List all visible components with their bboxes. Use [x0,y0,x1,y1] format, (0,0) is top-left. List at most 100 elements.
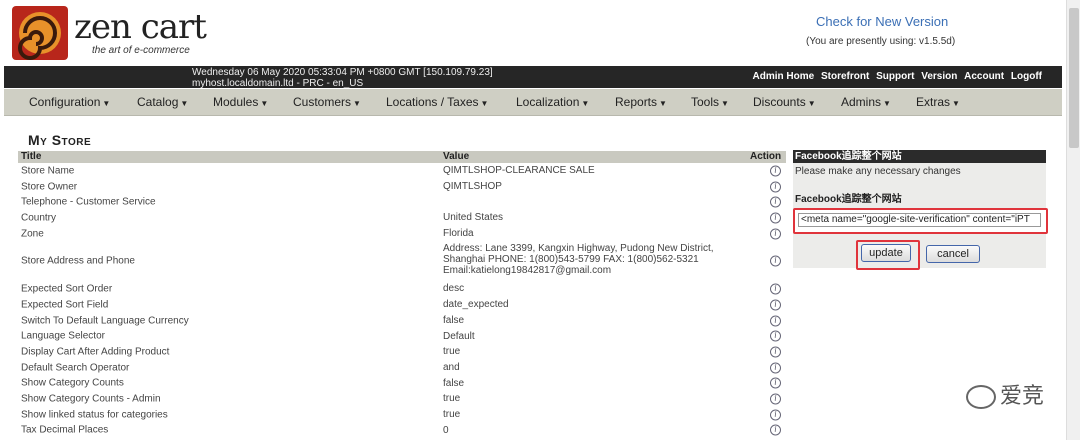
page-title: My Store [28,132,92,148]
row-title: Show Category Counts - Admin [21,393,161,405]
info-icon[interactable]: i [770,165,781,177]
caret-down-icon: ▼ [883,99,891,108]
caret-down-icon: ▼ [807,99,816,108]
caret-down-icon: ▼ [353,99,361,108]
menu-label: Catalog [137,95,179,109]
info-icon[interactable]: i [770,393,781,405]
storefront-link[interactable]: Storefront [821,71,869,82]
server-info: Wednesday 06 May 2020 05:33:04 PM +0800 … [192,67,493,89]
row-title: Expected Sort Field [21,299,109,311]
row-value: true [443,408,461,420]
table-row[interactable]: Show linked status for categories true i [18,407,786,423]
menu-tools[interactable]: Tools ▼ [691,95,729,109]
caret-down-icon: ▼ [102,99,111,108]
row-title: Tax Decimal Places [21,424,109,436]
row-value: true [443,393,461,405]
menu-label: Modules [213,95,259,109]
watermark: 爱竞 [965,378,1044,410]
menu-extras[interactable]: Extras ▼ [916,95,960,109]
table-row[interactable]: Store Address and Phone Address: Lane 339… [18,241,786,281]
admin-links: Admin Home Storefront Support Version Ac… [749,71,1042,82]
table-row[interactable]: Store Name QIMTLSHOP-CLEARANCE SALE i [18,163,786,179]
info-icon[interactable]: i [770,228,781,240]
logo[interactable]: zen cart the art of e-commerce [12,6,212,62]
admin-home-link[interactable]: Admin Home [753,71,815,82]
menu-localization[interactable]: Localization ▼ [516,95,589,109]
wechat-icon [965,385,996,410]
menu-label: Admins [841,95,882,109]
account-link[interactable]: Account [964,71,1004,82]
table-row[interactable]: Show Category Counts false i [18,376,786,392]
row-value: 0 [443,424,449,436]
row-value: false [443,314,465,326]
table-row[interactable]: Country United States i [18,210,786,226]
logoff-link[interactable]: Logoff [1011,71,1042,82]
table-row[interactable]: Show Category Counts - Admin true i [18,391,786,407]
menu-label: Locations / Taxes [386,95,479,109]
menu-discounts[interactable]: Discounts ▼ [753,95,816,109]
table-header: Title Value Action [18,151,786,163]
caret-down-icon: ▼ [180,99,189,108]
menu-label: Reports [615,95,658,109]
scrollbar[interactable] [1066,0,1080,440]
scrollbar-thumb[interactable] [1069,8,1079,148]
info-icon[interactable]: i [770,424,781,436]
menu-modules[interactable]: Modules ▼ [213,95,268,109]
row-value: United States [443,212,504,224]
check-version-link[interactable]: Check for New Version [816,14,948,29]
info-icon[interactable]: i [770,181,781,193]
menu-locations-taxes[interactable]: Locations / Taxes ▼ [386,95,488,109]
cancel-button[interactable]: cancel [926,245,980,263]
menu-configuration[interactable]: Configuration ▼ [29,95,110,109]
caret-down-icon: ▼ [721,99,729,108]
table-row[interactable]: Store Owner QIMTLSHOP i [18,179,786,195]
info-icon[interactable]: i [770,255,781,267]
caret-down-icon: ▼ [260,99,269,108]
row-title: Store Owner [21,181,78,193]
table-row[interactable]: Default Search Operator and i [18,360,786,376]
info-icon[interactable]: i [770,377,781,389]
info-icon[interactable]: i [770,212,781,224]
info-icon[interactable]: i [770,330,781,342]
menu-catalog[interactable]: Catalog ▼ [137,95,188,109]
info-icon[interactable]: i [770,315,781,327]
info-icon[interactable]: i [770,362,781,374]
row-title: Switch To Default Language Currency [21,315,189,327]
menu-customers[interactable]: Customers ▼ [293,95,361,109]
server-host: myhost.localdomain.ltd - PRC - en_US [192,78,364,89]
table-row[interactable]: Tax Decimal Places 0 i [18,423,786,439]
support-link[interactable]: Support [876,71,914,82]
column-title: Title [21,151,42,162]
menu-admins[interactable]: Admins ▼ [841,95,891,109]
row-title: Zone [21,228,44,240]
panel-header: Facebook追踪整个网站 [793,150,1046,163]
info-icon[interactable]: i [770,346,781,358]
config-table: Title Value Action Store Name QIMTLSHOP-C… [18,151,786,438]
table-row[interactable]: Display Cart After Adding Product true i [18,344,786,360]
row-value: and [443,361,460,373]
version-link[interactable]: Version [921,71,957,82]
field-label: Facebook追踪整个网站 [795,194,902,205]
table-row[interactable]: Expected Sort Field date_expected i [18,297,786,313]
info-icon[interactable]: i [770,409,781,421]
row-value: Florida [443,227,474,239]
row-value: Default [443,330,475,342]
table-row[interactable]: Switch To Default Language Currency false… [18,313,786,329]
menu-label: Localization [516,95,580,109]
config-value-input[interactable]: <meta name="google-site-verification" co… [798,213,1041,227]
table-row[interactable]: Language Selector Default i [18,329,786,345]
info-icon[interactable]: i [770,299,781,311]
table-row[interactable]: Expected Sort Order desc i [18,281,786,297]
table-row[interactable]: Zone Florida i [18,226,786,242]
menu-reports[interactable]: Reports ▼ [615,95,667,109]
caret-down-icon: ▼ [659,99,667,108]
table-body: Store Name QIMTLSHOP-CLEARANCE SALE i Store… [18,163,786,438]
caret-down-icon: ▼ [480,99,489,108]
info-icon[interactable]: i [770,196,781,208]
column-value: Value [443,151,470,162]
table-row[interactable]: Telephone - Customer Service i [18,194,786,210]
info-icon[interactable]: i [770,283,781,295]
row-title: Telephone - Customer Service [21,196,156,208]
update-button[interactable]: update [861,244,911,262]
row-title: Default Search Operator [21,362,130,374]
